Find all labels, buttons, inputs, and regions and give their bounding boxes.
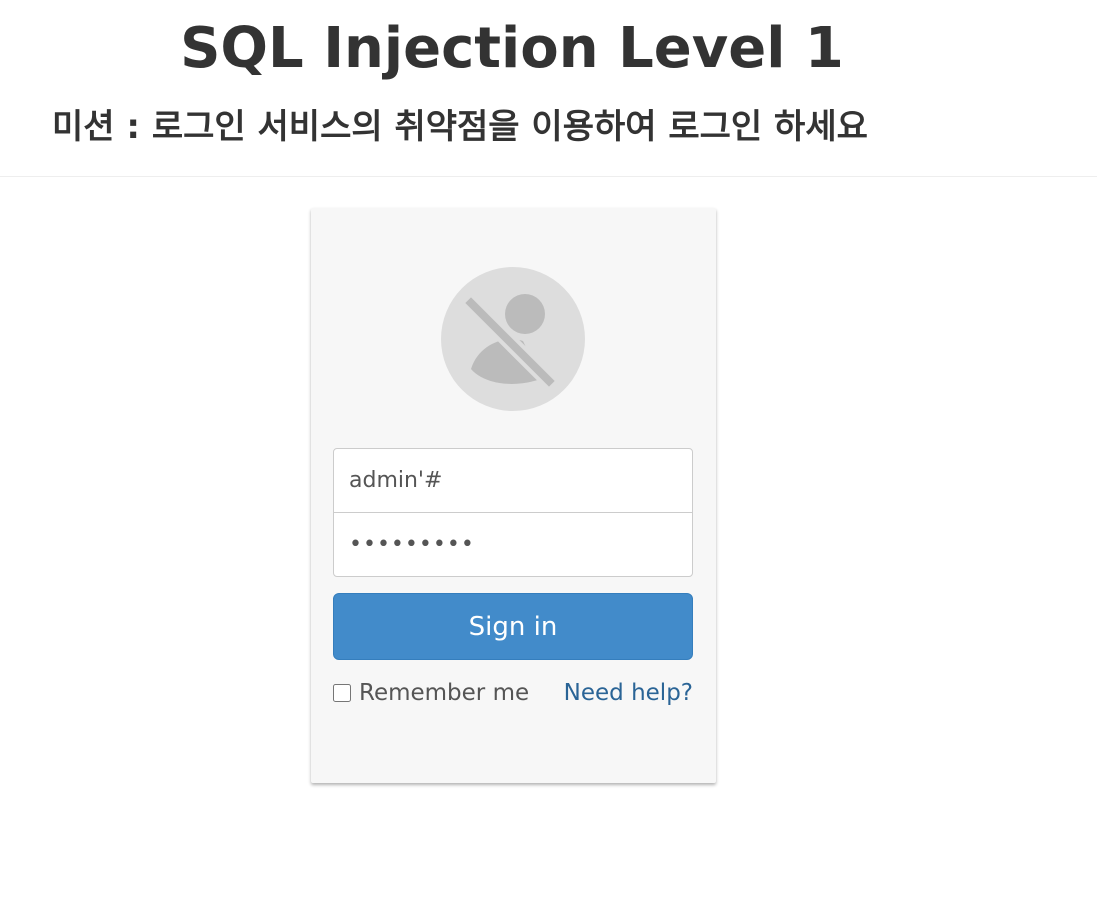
password-field[interactable]	[333, 512, 693, 577]
avatar-graphic	[459, 291, 563, 395]
login-form: Sign in Remember me Need help?	[333, 448, 693, 712]
page-title: SQL Injection Level 1	[180, 16, 844, 81]
need-help-link[interactable]: Need help?	[564, 680, 693, 706]
username-field[interactable]	[333, 448, 693, 513]
remember-me-checkbox[interactable]	[333, 684, 351, 702]
login-options: Remember me Need help?	[333, 680, 693, 712]
user-disabled-icon	[441, 267, 585, 411]
page: SQL Injection Level 1 미션 : 로그인 서비스의 취약점을…	[0, 0, 1097, 899]
remember-me-label[interactable]: Remember me	[333, 680, 529, 706]
page-header: SQL Injection Level 1 미션 : 로그인 서비스의 취약점을…	[0, 0, 1097, 177]
login-card: Sign in Remember me Need help?	[311, 208, 716, 783]
mission-text: 미션 : 로그인 서비스의 취약점을 이용하여 로그인 하세요	[52, 107, 868, 147]
remember-me-text: Remember me	[359, 680, 530, 706]
sign-in-button[interactable]: Sign in	[333, 593, 693, 660]
